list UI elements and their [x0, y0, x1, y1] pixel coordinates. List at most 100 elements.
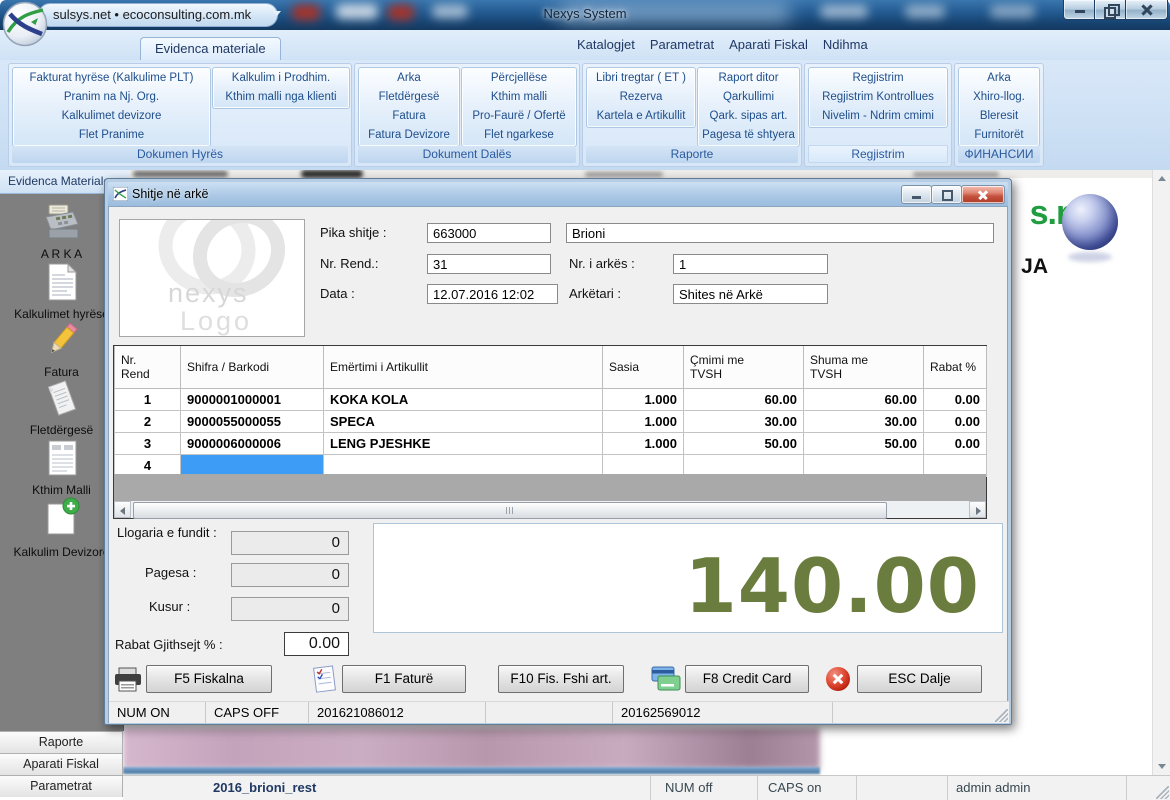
scroll-right-button[interactable]	[969, 501, 986, 518]
ribbon-button-raport-ditor[interactable]: Raport ditor	[698, 69, 799, 88]
arketari-input[interactable]: Shites në Arkë	[673, 284, 828, 304]
ribbon-button-arka[interactable]: Arka	[359, 69, 459, 88]
scroll-left-button[interactable]	[114, 501, 131, 518]
dialog-close-button[interactable]	[961, 185, 1005, 204]
ribbon-button-qarkullimi[interactable]: Qarkullimi	[698, 88, 799, 107]
cell-name[interactable]: KOKA KOLA	[324, 389, 603, 411]
cell-price[interactable]: 30.00	[684, 411, 804, 433]
table-row[interactable]: 2 9000055000055 SPECA 1.000 30.00 30.00 …	[115, 411, 987, 433]
ribbon-button-kalkulimet-devizore[interactable]: Kalkulimet devizore	[13, 107, 210, 126]
cell-total[interactable]: 60.00	[804, 389, 924, 411]
scroll-up-icon[interactable]	[1158, 176, 1166, 181]
cell-total[interactable]: 50.00	[804, 433, 924, 455]
ribbon-button-regjistrim[interactable]: Regjistrim	[809, 69, 947, 88]
f10-fis-fshi-art-button[interactable]: F10 Fis. Fshi art.	[498, 665, 624, 693]
close-button[interactable]	[1125, 0, 1168, 20]
ribbon-button-kartela-artikullit[interactable]: Kartela e Artikullit	[587, 107, 695, 126]
klienti-input[interactable]: Brioni	[566, 223, 994, 243]
ribbon-button-pranim-nj-org[interactable]: Pranim na Nj. Org.	[13, 88, 210, 107]
cell-name[interactable]: LENG PJESHKE	[324, 433, 603, 455]
col-shifra-barkodi[interactable]: Shifra / Barkodi	[181, 346, 324, 389]
cell-nr[interactable]: 2	[115, 411, 181, 433]
rabat-gjithsejt-input[interactable]: 0.00	[284, 632, 349, 656]
cell-nr[interactable]: 1	[115, 389, 181, 411]
scroll-down-icon[interactable]	[1158, 764, 1166, 769]
ribbon-button-pagesa-te-shtyera[interactable]: Pagesa të shtyera	[698, 126, 799, 145]
kusur-input[interactable]: 0	[231, 597, 349, 621]
pagesa-input[interactable]: 0	[231, 563, 349, 587]
ribbon-button-fatura[interactable]: Fatura	[359, 107, 459, 126]
sidebar-button-aparati-fiskal[interactable]: Aparati Fiskal	[0, 753, 123, 775]
col-shuma[interactable]: Shuma me TVSH	[804, 346, 924, 389]
pika-shitje-input[interactable]: 663000	[427, 223, 551, 243]
col-rabat[interactable]: Rabat %	[924, 346, 987, 389]
dialog-titlebar[interactable]: Shitje në arkë	[108, 182, 1008, 206]
scrollbar-thumb[interactable]	[133, 502, 887, 519]
ribbon-button-fatura-devizore[interactable]: Fatura Devizore	[359, 126, 459, 145]
f5-fiskalna-button[interactable]: F5 Fiskalna	[146, 665, 272, 693]
tab-evidenca-materiale[interactable]: Evidenca materiale	[140, 37, 281, 60]
col-cmimi[interactable]: Çmimi me TVSH	[684, 346, 804, 389]
f1-fature-button[interactable]: F1 Faturë	[342, 665, 466, 693]
llogaria-input[interactable]: 0	[231, 531, 349, 555]
cell-price[interactable]: 60.00	[684, 389, 804, 411]
col-emertimi[interactable]: Emërtimi i Artikullit	[324, 346, 603, 389]
cell-code[interactable]: 9000001000001	[181, 389, 324, 411]
menu-parametrat[interactable]: Parametrat	[650, 30, 714, 60]
ribbon-button-fletdergese[interactable]: Fletdërgesë	[359, 88, 459, 107]
cell-rabat[interactable]: 0.00	[924, 411, 987, 433]
ribbon-button-kalkulim-prodhim[interactable]: Kalkulim i Prodhim.	[213, 69, 349, 88]
grid-horizontal-scrollbar[interactable]	[114, 501, 986, 518]
cell-code[interactable]: 9000055000055	[181, 411, 324, 433]
cell-name[interactable]: SPECA	[324, 411, 603, 433]
ribbon-button-kthim-malli[interactable]: Kthim malli	[462, 88, 576, 107]
ribbon-button-percjellese[interactable]: Përcjellëse	[462, 69, 576, 88]
nr-rend-input[interactable]: 31	[427, 254, 551, 274]
menu-ndihma[interactable]: Ndihma	[823, 30, 868, 60]
cell-total[interactable]: 30.00	[804, 411, 924, 433]
ribbon-button-kthim-malli-klienti[interactable]: Kthim malli nga klienti	[213, 88, 349, 107]
minimize-button[interactable]	[1063, 0, 1096, 20]
ribbon-button-fakturat-hyrese[interactable]: Fakturat hyrëse (Kalkulime PLT)	[13, 69, 210, 88]
cell-code[interactable]: 9000006000006	[181, 433, 324, 455]
menu-aparati-fiskal[interactable]: Aparati Fiskal	[729, 30, 808, 60]
col-sasia[interactable]: Sasia	[603, 346, 684, 389]
restore-button[interactable]	[1094, 0, 1127, 20]
f8-credit-card-button[interactable]: F8 Credit Card	[685, 665, 809, 693]
ribbon-button-flet-ngarkese[interactable]: Flet ngarkese	[462, 126, 576, 145]
sidebar-button-raporte[interactable]: Raporte	[0, 731, 123, 753]
ribbon-button-rezerva[interactable]: Rezerva	[587, 88, 695, 107]
cell-qty[interactable]: 1.000	[603, 411, 684, 433]
cell-qty[interactable]: 1.000	[603, 389, 684, 411]
table-row[interactable]: 3 9000006000006 LENG PJESHKE 1.000 50.00…	[115, 433, 987, 455]
ribbon-button-furnitoret[interactable]: Furnitorët	[959, 126, 1039, 145]
dialog-maximize-button[interactable]	[931, 185, 962, 204]
ribbon-button-bleresit[interactable]: Bleresit	[959, 107, 1039, 126]
menu-katalogjet[interactable]: Katalogjet	[577, 30, 635, 60]
ribbon-group-regjistrim: Regjistrim Regjistrim Kontrollues Niveli…	[804, 63, 952, 167]
ribbon-button-pro-faure[interactable]: Pro-Faurë / Ofertë	[462, 107, 576, 126]
cell-qty[interactable]: 1.000	[603, 433, 684, 455]
cell-nr[interactable]: 3	[115, 433, 181, 455]
dialog-minimize-button[interactable]	[901, 185, 932, 204]
resize-grip-icon[interactable]	[1156, 786, 1169, 799]
esc-dalje-button[interactable]: ESC Dalje	[857, 665, 982, 693]
background-vertical-scrollbar[interactable]	[1152, 170, 1170, 775]
resize-grip-icon[interactable]	[995, 709, 1008, 722]
nr-arkes-input[interactable]: 1	[673, 254, 828, 274]
ribbon-button-libri-tregtar[interactable]: Libri tregtar ( ET )	[587, 69, 695, 88]
col-nr-rend[interactable]: Nr. Rend	[115, 346, 181, 389]
ribbon-button-xhiro-llog[interactable]: Xhiro-llog.	[959, 88, 1039, 107]
ribbon-button-flet-pranime[interactable]: Flet Pranime	[13, 126, 210, 145]
sidebar-button-parametrat[interactable]: Parametrat	[0, 775, 123, 797]
ribbon-button-nivelim-ndrim-cmimi[interactable]: Nivelim - Ndrim cmimi	[809, 107, 947, 126]
data-input[interactable]: 12.07.2016 12:02	[427, 284, 558, 304]
cell-price[interactable]: 50.00	[684, 433, 804, 455]
cell-rabat[interactable]: 0.00	[924, 389, 987, 411]
ribbon-button-qark-sipas-art[interactable]: Qark. sipas art.	[698, 107, 799, 126]
table-row[interactable]: 1 9000001000001 KOKA KOLA 1.000 60.00 60…	[115, 389, 987, 411]
ribbon-button-arka-fin[interactable]: Arka	[959, 69, 1039, 88]
app-logo-icon[interactable]	[2, 1, 48, 47]
cell-rabat[interactable]: 0.00	[924, 433, 987, 455]
ribbon-button-regjistrim-kontrollues[interactable]: Regjistrim Kontrollues	[809, 88, 947, 107]
